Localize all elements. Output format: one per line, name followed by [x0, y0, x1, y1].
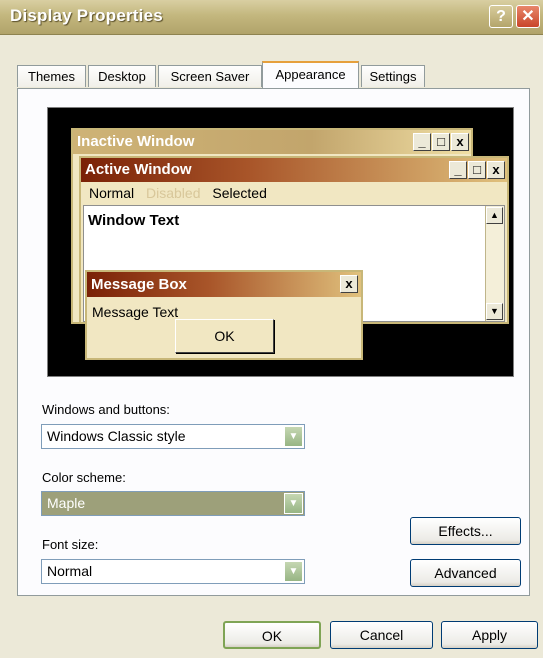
message-ok-button: OK — [175, 319, 274, 353]
chevron-down-icon[interactable]: ▼ — [284, 493, 303, 514]
inactive-title-bar: Inactive Window _ □ x — [73, 130, 471, 154]
active-window-buttons: _ □ x — [448, 161, 505, 179]
preview-scrollbar: ▲ ▼ — [485, 206, 504, 321]
apply-button[interactable]: Apply — [441, 621, 538, 649]
effects-button[interactable]: Effects... — [410, 517, 521, 545]
active-title-bar: Active Window _ □ x — [81, 158, 507, 182]
tab-appearance[interactable]: Appearance — [262, 61, 359, 88]
tab-desktop[interactable]: Desktop — [88, 65, 156, 87]
scroll-up-icon: ▲ — [486, 207, 503, 224]
windows-buttons-value: Windows Classic style — [47, 428, 186, 444]
message-text: Message Text — [92, 304, 179, 320]
font-size-select[interactable]: Normal ▼ — [41, 559, 305, 584]
appearance-preview: Inactive Window _ □ x Active Window _ □ … — [47, 107, 514, 377]
chevron-down-icon[interactable]: ▼ — [284, 426, 303, 447]
message-box-title: Message Box — [91, 276, 187, 293]
cancel-button[interactable]: Cancel — [330, 621, 433, 649]
maximize-icon: □ — [468, 161, 486, 179]
windows-buttons-select[interactable]: Windows Classic style ▼ — [41, 424, 305, 449]
help-button[interactable]: ? — [489, 5, 513, 28]
menu-normal: Normal — [89, 185, 135, 201]
menu-disabled: Disabled — [146, 185, 201, 201]
font-size-label: Font size: — [42, 537, 99, 552]
menu-selected: Selected — [212, 185, 267, 201]
message-box-title-bar: Message Box x — [87, 272, 361, 297]
windows-buttons-label: Windows and buttons: — [42, 402, 170, 417]
maximize-icon: □ — [432, 133, 450, 151]
inactive-window-title: Inactive Window — [77, 133, 195, 150]
minimize-icon: _ — [449, 161, 467, 179]
message-box-buttons: x — [339, 275, 358, 293]
preview-menu-bar: Normal Disabled Selected — [89, 185, 275, 201]
font-size-value: Normal — [47, 563, 93, 579]
tab-screen-saver[interactable]: Screen Saver — [158, 65, 262, 87]
scroll-down-icon: ▼ — [486, 303, 503, 320]
tab-themes[interactable]: Themes — [17, 65, 86, 87]
close-icon: x — [451, 133, 469, 151]
window-title: Display Properties — [10, 6, 163, 25]
chevron-down-icon[interactable]: ▼ — [284, 561, 303, 582]
close-icon: x — [487, 161, 505, 179]
ok-button[interactable]: OK — [223, 621, 321, 649]
active-window-title: Active Window — [85, 161, 192, 178]
message-box-preview: Message Box x Message Text OK — [85, 270, 363, 360]
inactive-window-buttons: _ □ x — [412, 133, 469, 151]
advanced-button[interactable]: Advanced — [410, 559, 521, 587]
minimize-icon: _ — [413, 133, 431, 151]
color-scheme-label: Color scheme: — [42, 470, 126, 485]
close-icon: x — [340, 275, 358, 293]
close-button[interactable]: ✕ — [516, 5, 540, 28]
title-bar: Display Properties ? ✕ — [0, 0, 543, 35]
tab-settings[interactable]: Settings — [361, 65, 425, 87]
window-text: Window Text — [88, 212, 180, 229]
color-scheme-value: Maple — [47, 495, 86, 511]
color-scheme-select[interactable]: Maple ▼ — [41, 491, 305, 516]
